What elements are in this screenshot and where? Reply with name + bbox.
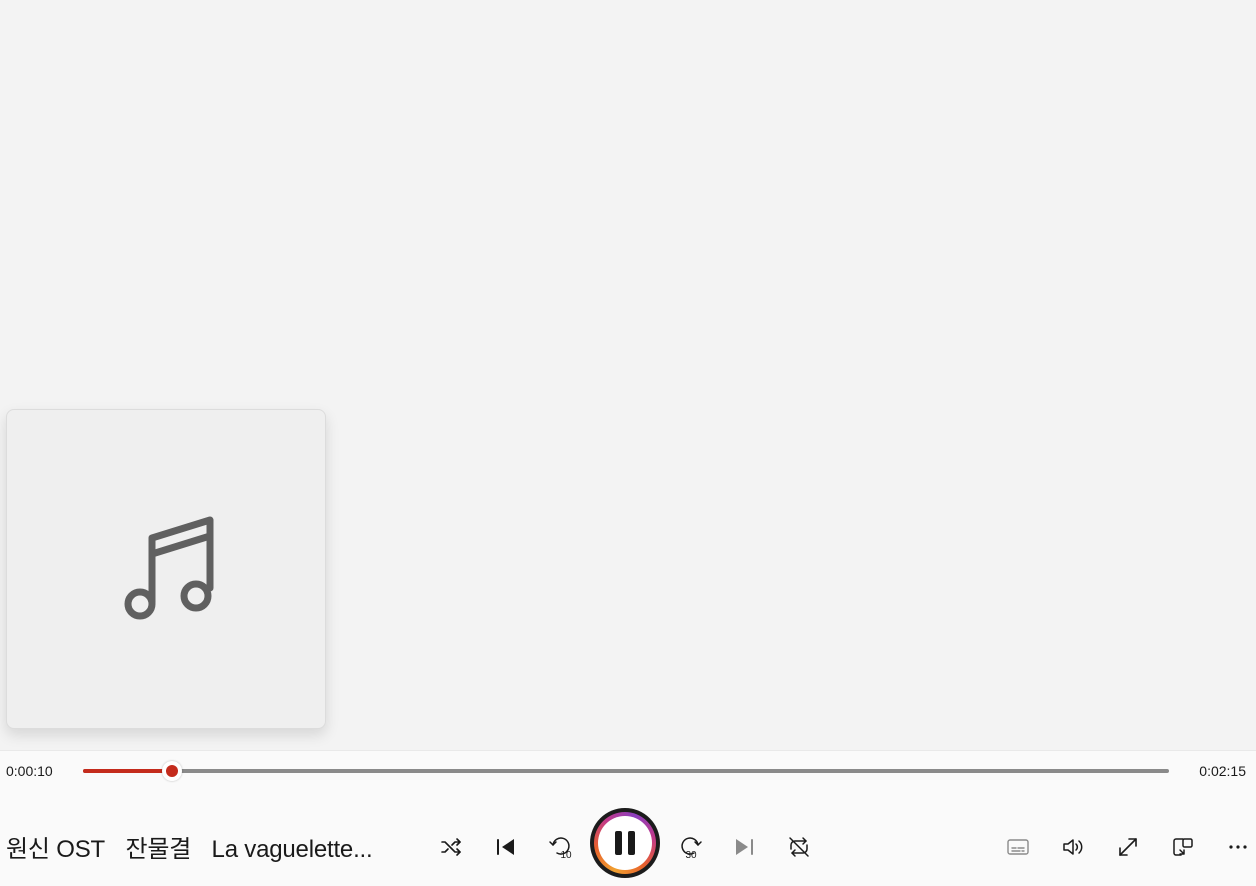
fullscreen-icon	[1119, 838, 1137, 856]
pause-icon	[615, 831, 635, 855]
volume-button[interactable]	[1055, 829, 1091, 865]
captions-icon	[1007, 839, 1029, 855]
album-art	[6, 409, 326, 729]
next-button[interactable]	[726, 829, 762, 865]
elapsed-time: 0:00:10	[6, 763, 53, 779]
skip-forward-30-icon: 30	[681, 837, 702, 860]
shuffle-icon	[441, 838, 461, 856]
video-stage	[0, 0, 1256, 750]
repeat-icon	[789, 837, 809, 857]
miniplayer-button[interactable]	[1165, 829, 1201, 865]
captions-button[interactable]	[1000, 829, 1036, 865]
skip-back-label: 10	[560, 850, 572, 860]
skip-forward-label: 30	[685, 850, 697, 860]
album-name: 원신 OST	[6, 836, 105, 863]
duration-time: 0:02:15	[1199, 763, 1246, 779]
previous-icon	[497, 839, 514, 855]
music-note-icon	[124, 516, 214, 620]
volume-icon	[1063, 839, 1083, 855]
more-button[interactable]	[1220, 829, 1256, 865]
shuffle-button[interactable]	[433, 829, 469, 865]
now-playing-info[interactable]: 원신 OST 잔물결 La vaguelette...	[6, 829, 390, 864]
previous-button[interactable]	[488, 829, 524, 865]
fullscreen-button[interactable]	[1110, 829, 1146, 865]
skip-forward-button[interactable]: 30	[672, 829, 708, 865]
skip-back-10-icon: 10	[549, 837, 572, 860]
play-pause-button[interactable]	[590, 808, 660, 878]
artist-name: 잔물결	[125, 836, 192, 863]
track-title: La vaguelette...	[211, 836, 373, 863]
seek-bar[interactable]	[83, 761, 1169, 781]
seek-bar-progress	[83, 769, 173, 773]
next-icon	[736, 839, 753, 855]
transport-bar: 0:00:10 0:02:15 원신 OST 잔물결 La vaguelette…	[0, 750, 1256, 886]
repeat-button[interactable]	[781, 829, 817, 865]
miniplayer-icon	[1173, 838, 1193, 856]
seek-thumb[interactable]	[162, 761, 183, 781]
skip-back-button[interactable]: 10	[543, 829, 579, 865]
more-icon	[1229, 845, 1247, 849]
